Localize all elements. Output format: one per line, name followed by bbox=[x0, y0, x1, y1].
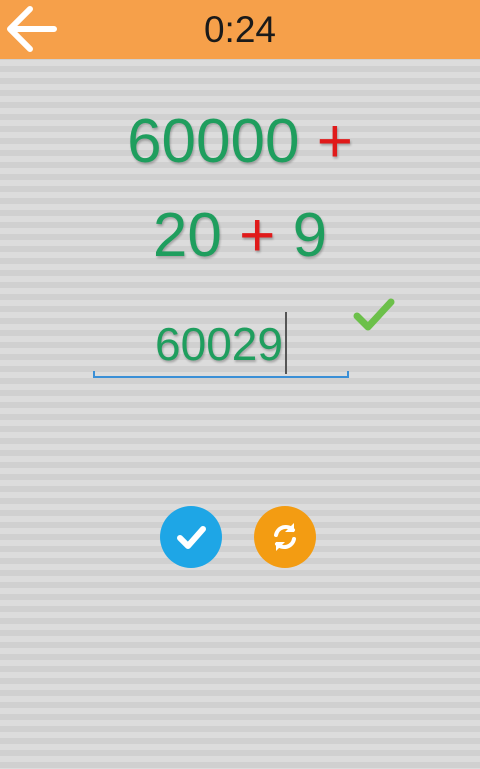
operator-1: + bbox=[316, 107, 353, 176]
submit-button[interactable] bbox=[160, 506, 222, 568]
top-bar: 0:24 bbox=[0, 0, 480, 59]
input-underline bbox=[93, 371, 349, 378]
answer-input[interactable]: 60029 bbox=[93, 312, 349, 378]
term-2: 20 bbox=[152, 201, 222, 270]
refresh-icon bbox=[274, 523, 296, 551]
answer-value: 60029 bbox=[155, 318, 283, 370]
reset-button[interactable] bbox=[254, 506, 316, 568]
expression-line-1: 60000 + bbox=[0, 106, 480, 177]
text-caret bbox=[284, 312, 287, 374]
timer: 0:24 bbox=[203, 9, 276, 50]
operator-2: + bbox=[239, 201, 276, 270]
term-1: 60000 bbox=[127, 107, 300, 176]
expression-line-2: 20 + 9 bbox=[0, 200, 480, 271]
term-3: 9 bbox=[292, 201, 328, 270]
check-icon bbox=[177, 526, 206, 549]
checkmark-icon bbox=[353, 298, 395, 331]
answer-field[interactable]: 60029 bbox=[93, 312, 349, 374]
